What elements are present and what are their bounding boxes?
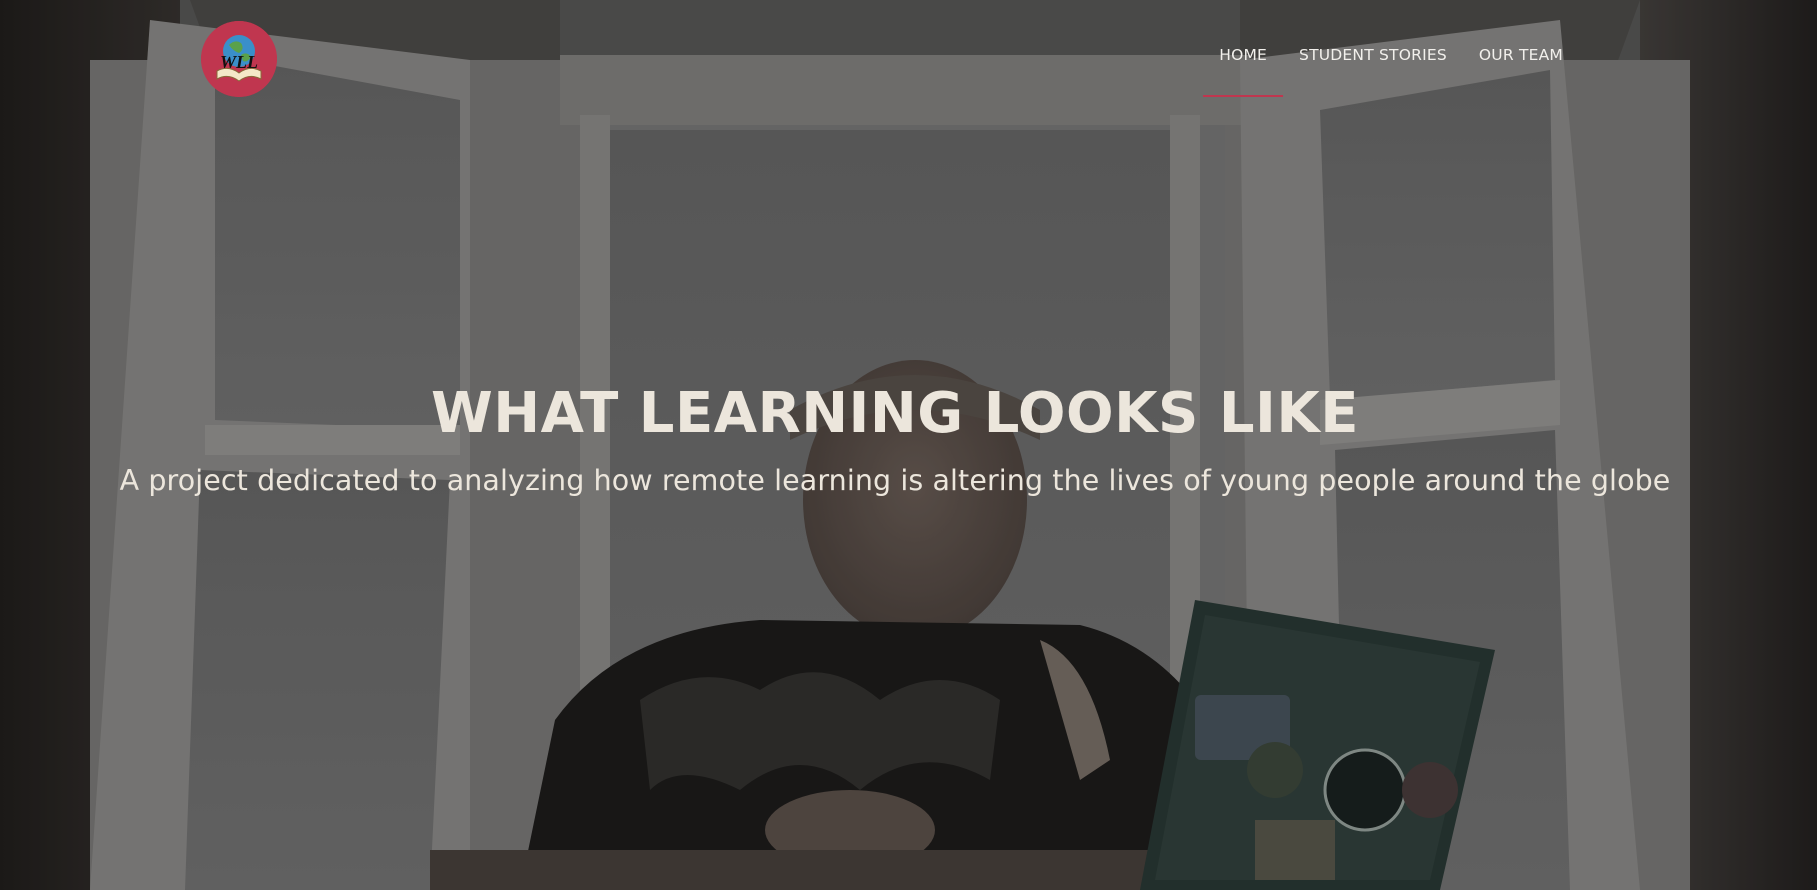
main-navigation: HOME STUDENT STORIES OUR TEAM (1203, 44, 1579, 97)
hero-subtitle: A project dedicated to analyzing how rem… (119, 464, 1671, 497)
hero-section: WLL HOME STUDENT STORIES OUR TEAM WHAT L… (0, 0, 1817, 890)
globe-book-logo-icon: WLL (201, 21, 277, 97)
logo-lettering: WLL (220, 52, 258, 72)
nav-item-our-team[interactable]: OUR TEAM (1463, 44, 1579, 84)
hero-title: WHAT LEARNING LOOKS LIKE (430, 381, 1360, 446)
nav-item-home[interactable]: HOME (1203, 44, 1283, 97)
site-logo[interactable]: WLL (201, 21, 277, 97)
nav-item-student-stories[interactable]: STUDENT STORIES (1283, 44, 1463, 84)
